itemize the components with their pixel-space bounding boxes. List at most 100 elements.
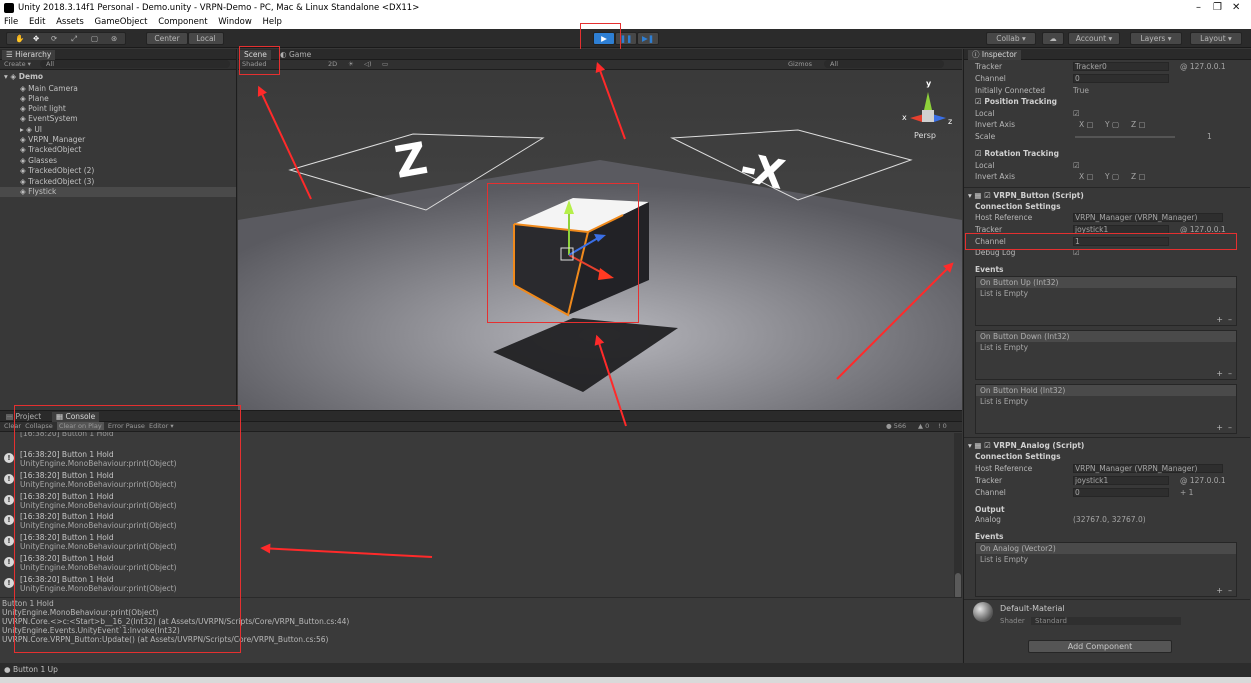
draw-mode-dropdown[interactable]: Shaded xyxy=(242,60,266,68)
menu-assets[interactable]: Assets xyxy=(56,17,84,27)
step-button[interactable]: ▶❚ xyxy=(637,32,659,45)
persp-label: Persp xyxy=(914,131,936,140)
gameobject-icon: ◈ xyxy=(20,135,29,144)
minimize-icon[interactable]: – xyxy=(1196,0,1201,16)
tab-hierarchy[interactable]: ☰ Hierarchy xyxy=(2,50,56,60)
hierarchy-panel: ☰ Hierarchy Create ▾ All ▾ ◈ Demo ◈ Main… xyxy=(0,49,237,406)
hand-tool-icon[interactable]: ✋ xyxy=(15,33,24,44)
hierarchy-item[interactable]: ◈ TrackedObject (3) xyxy=(20,177,94,187)
account-dropdown[interactable]: Account ▾ xyxy=(1068,32,1120,45)
gizmos-dropdown[interactable]: Gizmos xyxy=(788,60,812,69)
hierarchy-item[interactable]: ◈ TrackedObject xyxy=(20,145,81,155)
tab-inspector[interactable]: ⓘ Inspector xyxy=(968,50,1021,60)
console-info-count[interactable]: ● 566 xyxy=(886,422,906,431)
hierarchy-search-input[interactable]: All xyxy=(40,60,230,68)
transform-tool-icon[interactable]: ⊛ xyxy=(111,33,117,44)
menu-help[interactable]: Help xyxy=(262,17,281,27)
button-channel-field[interactable] xyxy=(1073,237,1169,246)
move-tool-icon[interactable]: ✥ xyxy=(33,33,39,44)
layers-dropdown[interactable]: Layers ▾ xyxy=(1130,32,1182,45)
console-entry[interactable]: ! [16:38:20] Button 1 Hold UnityEngine.Mon… xyxy=(4,574,954,595)
gameobject-icon: ◈ xyxy=(20,187,29,196)
tab-console[interactable]: ▦ Console xyxy=(52,412,100,422)
menu-gameobject[interactable]: GameObject xyxy=(94,17,147,27)
scale-slider[interactable] xyxy=(1075,136,1175,138)
console-entry[interactable]: ! [16:38:20] Button 1 Hold UnityEngine.Mon… xyxy=(4,553,954,574)
hierarchy-item[interactable]: ◈ Flystick xyxy=(0,187,236,197)
pause-icon: ❚❚ xyxy=(619,34,633,43)
console-partial-entry: [16:38:20] Button 1 Hold xyxy=(20,432,114,438)
console-entry[interactable]: ! [16:38:20] Button 1 Hold UnityEngine.Mon… xyxy=(4,470,954,491)
tab-project[interactable]: ▤ Project xyxy=(2,412,45,422)
vrpn-analog-component-header[interactable]: ▾ ▦ ☑ VRPN_Analog (Script) xyxy=(968,441,1084,450)
hierarchy-item[interactable]: ◈ Plane xyxy=(20,94,49,104)
collab-dropdown[interactable]: Collab ▾ xyxy=(986,32,1036,45)
close-icon[interactable]: ✕ xyxy=(1232,0,1240,16)
tab-scene[interactable]: Scene xyxy=(240,50,271,60)
scene-viewport[interactable]: Z -X y x z Persp xyxy=(238,70,962,410)
hierarchy-item[interactable]: ▸ ◈ UI xyxy=(20,125,42,135)
analog-events-header: Events xyxy=(975,532,1004,541)
console-scrollbar[interactable] xyxy=(954,433,962,603)
analog-channel-field[interactable] xyxy=(1073,488,1169,497)
event-add-remove[interactable]: + – xyxy=(1216,586,1232,595)
shader-dropdown[interactable]: Standard xyxy=(1031,617,1182,625)
event-add-remove[interactable]: + – xyxy=(1216,369,1232,378)
rotate-tool-icon[interactable]: ⟳ xyxy=(51,33,57,44)
scene-search-input[interactable]: All xyxy=(824,60,944,68)
lighting-icon[interactable]: ☀ xyxy=(348,60,354,69)
hierarchy-item[interactable]: ◈ VRPN_Manager xyxy=(20,135,85,145)
audio-icon[interactable]: ◁) xyxy=(364,60,372,69)
hierarchy-item[interactable]: ◈ Glasses xyxy=(20,156,57,166)
mode-2d-toggle[interactable]: 2D xyxy=(328,60,337,69)
cloud-button[interactable]: ☁ xyxy=(1042,32,1064,45)
pivot-toggle[interactable]: Center xyxy=(146,32,188,45)
event-add-remove[interactable]: + – xyxy=(1216,423,1232,432)
console-entry[interactable]: ! [16:38:20] Button 1 Hold UnityEngine.Mon… xyxy=(4,449,954,470)
console-collapse-button[interactable]: Collapse xyxy=(25,422,53,430)
event-add-remove[interactable]: + – xyxy=(1216,315,1232,324)
console-entry-message: [16:38:20] Button 1 Hold xyxy=(20,450,114,459)
create-dropdown[interactable]: Create xyxy=(4,60,26,68)
console-entry[interactable]: ! [16:38:20] Button 1 Hold UnityEngine.Mon… xyxy=(4,491,954,512)
menu-edit[interactable]: Edit xyxy=(29,17,45,27)
scene-root[interactable]: ▾ ◈ Demo xyxy=(4,72,43,82)
console-error-count[interactable]: ! 0 xyxy=(938,422,947,431)
pause-button[interactable]: ❚❚ xyxy=(615,32,637,45)
space-toggle[interactable]: Local xyxy=(188,32,224,45)
hierarchy-item[interactable]: ◈ Point light xyxy=(20,104,66,114)
debug-log-checkbox[interactable]: ☑ xyxy=(1073,248,1080,258)
vrpn-button-component-header[interactable]: ▾ ▦ ☑ VRPN_Button (Script) xyxy=(968,191,1084,200)
menu-file[interactable]: File xyxy=(4,17,18,27)
maximize-icon[interactable]: ❐ xyxy=(1213,0,1222,16)
console-clear-button[interactable]: Clear xyxy=(4,422,21,430)
console-entry[interactable]: ! [16:38:20] Button 1 Hold UnityEngine.Mon… xyxy=(4,511,954,532)
hierarchy-item[interactable]: ◈ EventSystem xyxy=(20,114,78,124)
info-icon: ! xyxy=(4,577,14,588)
layout-dropdown[interactable]: Layout ▾ xyxy=(1190,32,1242,45)
scale-tool-icon[interactable]: ⤢ xyxy=(71,33,77,44)
channel-top-field[interactable] xyxy=(1073,74,1169,83)
tab-game[interactable]: ◐ Game xyxy=(276,50,315,60)
button-host-reference-row: Host Reference VRPN_Manager (VRPN_Manage… xyxy=(975,213,1240,223)
console-entry[interactable]: ! [16:38:20] Button 1 Hold UnityEngine.Mon… xyxy=(4,532,954,553)
console-entry-source: UnityEngine.MonoBehaviour:print(Object) xyxy=(20,563,177,572)
pos-local-checkbox[interactable]: ☑ xyxy=(1073,109,1080,119)
rotation-tracking-header[interactable]: ☑ Rotation Tracking xyxy=(975,149,1059,158)
console-scroll-thumb[interactable] xyxy=(955,573,961,599)
hierarchy-item[interactable]: ◈ TrackedObject (2) xyxy=(20,166,94,176)
menu-component[interactable]: Component xyxy=(158,17,207,27)
console-error-pause-button[interactable]: Error Pause xyxy=(108,422,145,430)
console-editor-dropdown[interactable]: Editor xyxy=(149,422,168,430)
effects-icon[interactable]: ▭ xyxy=(382,60,388,69)
menu-window[interactable]: Window xyxy=(218,17,252,27)
play-button[interactable]: ▶ xyxy=(593,32,615,45)
rot-local-checkbox[interactable]: ☑ xyxy=(1073,161,1080,171)
hierarchy-item[interactable]: ◈ Main Camera xyxy=(20,84,78,94)
add-component-button[interactable]: Add Component xyxy=(1028,640,1172,653)
scale-row: Scale 1 xyxy=(975,132,1212,141)
console-warning-count[interactable]: ▲ 0 xyxy=(918,422,929,431)
console-clear-on-play-button[interactable]: Clear on Play xyxy=(56,422,104,430)
position-tracking-header[interactable]: ☑ Position Tracking xyxy=(975,97,1057,106)
rect-tool-icon[interactable]: ▢ xyxy=(91,33,98,44)
